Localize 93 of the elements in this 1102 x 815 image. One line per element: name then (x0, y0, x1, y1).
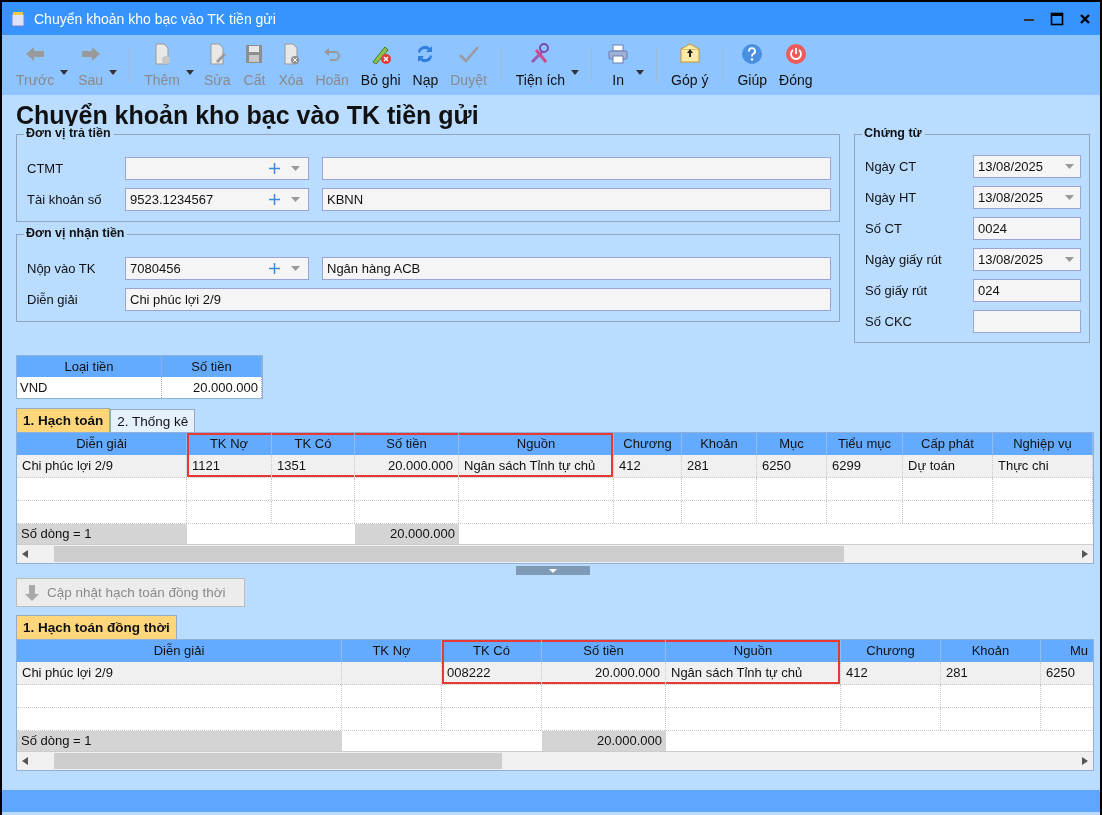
field-label: CTMT (27, 161, 65, 176)
table-cell: 1351 (272, 455, 355, 477)
field-label: Số CT (865, 220, 903, 236)
table-cell: 008222 (442, 662, 542, 684)
combo-box[interactable]: 9523.1234567 (125, 188, 309, 211)
plus-icon[interactable] (269, 194, 280, 205)
right-arrow-icon[interactable] (1082, 550, 1088, 558)
field-label: Tài khoản số (27, 192, 103, 207)
table-cell: Chi phúc lợi 2/9 (17, 662, 342, 684)
caret-icon[interactable] (571, 69, 580, 75)
group-title: Đơn vị trả tiền (24, 126, 114, 140)
field-label: Ngày giấy rút (865, 251, 943, 267)
column-header[interactable]: Nguồn (666, 640, 841, 662)
table-cell: 281 (941, 662, 1041, 684)
table-cell: 412 (614, 455, 682, 477)
table-cell: 6250 (757, 455, 827, 477)
maximize-icon[interactable] (1050, 11, 1064, 26)
table-cell: 412 (841, 662, 941, 684)
splitter-handle[interactable] (516, 566, 590, 575)
column-header: Số tiền (162, 356, 262, 377)
table-cell: Thực chi (993, 455, 1093, 477)
total-amount: 20.000.000 (542, 731, 666, 751)
tab[interactable]: 1. Hạch toán đồng thời (16, 615, 177, 639)
column-header[interactable]: TK Có (442, 640, 542, 662)
date-field[interactable]: 13/08/2025 (973, 185, 1081, 209)
column-header[interactable]: Nguồn (459, 433, 614, 455)
help-icon (740, 42, 765, 66)
down-arrow-icon (25, 584, 39, 601)
toolbar-button[interactable]: Nạp (406, 40, 445, 90)
field-label: Diễn giải (27, 292, 79, 307)
caret-icon[interactable] (185, 69, 194, 75)
caret-icon[interactable] (109, 69, 118, 75)
field-label: Nộp vào TK (27, 261, 97, 276)
text-field[interactable] (973, 309, 1081, 333)
field-label: Số CKC (865, 313, 913, 329)
toolbar-button[interactable]: Góp ý (665, 40, 715, 90)
total-amount: 20.000.000 (355, 524, 459, 544)
toolbar-button[interactable]: Giúp (731, 40, 774, 90)
group-title: Đơn vị nhận tiền (24, 226, 128, 240)
right-arrow-icon[interactable] (1082, 757, 1088, 765)
table-cell: Ngân sách Tỉnh tự chủ (459, 455, 614, 477)
caret-icon (549, 568, 557, 573)
table-cell: 1121 (187, 455, 272, 477)
power-icon (783, 42, 808, 66)
toolbar-button[interactable]: Đóng (773, 40, 819, 90)
text-field[interactable]: Chi phúc lợi 2/9 (125, 288, 831, 311)
column-header[interactable]: Số tiền (355, 433, 459, 455)
field-label: Ngày CT (865, 158, 918, 174)
toolbar-button[interactable]: Tiện ích (509, 40, 572, 90)
text-field[interactable]: 024 (973, 278, 1081, 302)
column-header[interactable]: Số tiền (542, 640, 666, 662)
text-field[interactable]: Ngân hàng ACB (322, 257, 831, 280)
text-field[interactable] (322, 157, 831, 180)
caret-icon[interactable] (60, 69, 69, 75)
window-title: Chuyển khoản kho bạc vào TK tiền gửi (34, 10, 276, 27)
table-cell: Dự toán (903, 455, 993, 477)
envelope-icon (677, 42, 702, 66)
table-cell: 6250 (1041, 662, 1100, 684)
column-header: Loại tiền (17, 356, 162, 377)
table-cell: Chi phúc lợi 2/9 (17, 455, 187, 477)
combo-box[interactable]: 7080456 (125, 257, 309, 280)
text-field[interactable]: 0024 (973, 216, 1081, 240)
group-title: Chứng từ (862, 126, 925, 140)
printer-icon (606, 42, 631, 66)
table-cell: 20.000.000 (542, 662, 666, 684)
caret-icon[interactable] (636, 69, 645, 75)
notepad-icon (10, 10, 26, 27)
horizontal-scrollbar[interactable] (17, 751, 1093, 770)
table-cell: 20.000.000 (355, 455, 459, 477)
left-arrow-icon[interactable] (22, 550, 28, 558)
tab[interactable]: 2. Thống kê (110, 409, 196, 432)
field-label: Ngày HT (865, 189, 918, 205)
table-cell: Ngân sách Tỉnh tự chủ (666, 662, 841, 684)
row-count: Số dòng = 1 (17, 731, 342, 751)
tab[interactable]: 1. Hạch toán (16, 408, 111, 432)
table-cell: 281 (682, 455, 757, 477)
row-count: Số dòng = 1 (17, 524, 187, 544)
combo-box[interactable] (125, 157, 309, 180)
field-label: Số giấy rút (865, 282, 929, 298)
toolbar-button[interactable]: Bỏ ghi (354, 40, 407, 90)
table-cell: VND (17, 377, 162, 398)
horizontal-scrollbar[interactable] (17, 544, 1093, 563)
table-cell: 20.000.000 (162, 377, 262, 398)
column-header[interactable]: TK Nợ (187, 433, 272, 455)
toolbar-button[interactable]: In (600, 40, 637, 90)
table-cell: 6299 (827, 455, 903, 477)
text-field[interactable]: KBNN (322, 188, 831, 211)
date-field[interactable]: 13/08/2025 (973, 247, 1081, 271)
date-field[interactable]: 13/08/2025 (973, 154, 1081, 178)
close-icon[interactable] (1078, 11, 1092, 26)
plus-icon[interactable] (269, 163, 280, 174)
left-arrow-icon[interactable] (22, 757, 28, 765)
plus-icon[interactable] (269, 263, 280, 274)
